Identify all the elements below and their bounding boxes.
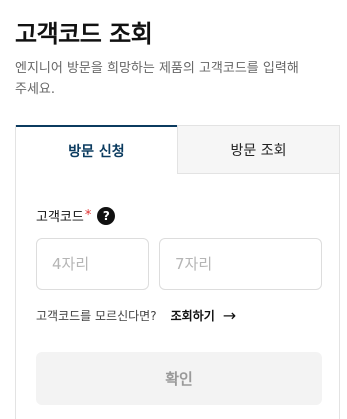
page-title: 고객코드 조회 [15, 20, 153, 48]
required-mark: * [84, 208, 92, 223]
customer-code-label: 고객코드 * ? [36, 206, 116, 225]
customer-code-label-text: 고객코드 [36, 210, 84, 225]
confirm-button[interactable]: 확인 [36, 352, 322, 405]
form-card: 방문 신청 방문 조회 고객코드 * ? 고객코드를 모르신다면? 조회하기 →… [15, 125, 340, 419]
tab-visit-request[interactable]: 방문 신청 [16, 125, 177, 174]
page: 고객코드 조회 엔지니어 방문을 희망하는 제품의 고객코드를 입력해 주세요.… [0, 0, 347, 419]
lookup-hint: 고객코드를 모르신다면? 조회하기 → [36, 306, 236, 325]
tab-bar: 방문 신청 방문 조회 [16, 125, 339, 174]
lookup-link-label: 조회하기 [170, 309, 215, 323]
tab-visit-inquiry[interactable]: 방문 조회 [177, 125, 339, 174]
customer-code-part2-input[interactable] [159, 238, 322, 290]
lookup-link[interactable]: 조회하기 → [171, 306, 237, 325]
arrow-right-icon: → [222, 306, 237, 325]
lookup-hint-text: 고객코드를 모르신다면? [36, 309, 157, 323]
customer-code-part1-input[interactable] [36, 238, 149, 290]
page-description: 엔지니어 방문을 희망하는 제품의 고객코드를 입력해 주세요. [15, 61, 299, 97]
help-icon[interactable]: ? [97, 206, 116, 225]
